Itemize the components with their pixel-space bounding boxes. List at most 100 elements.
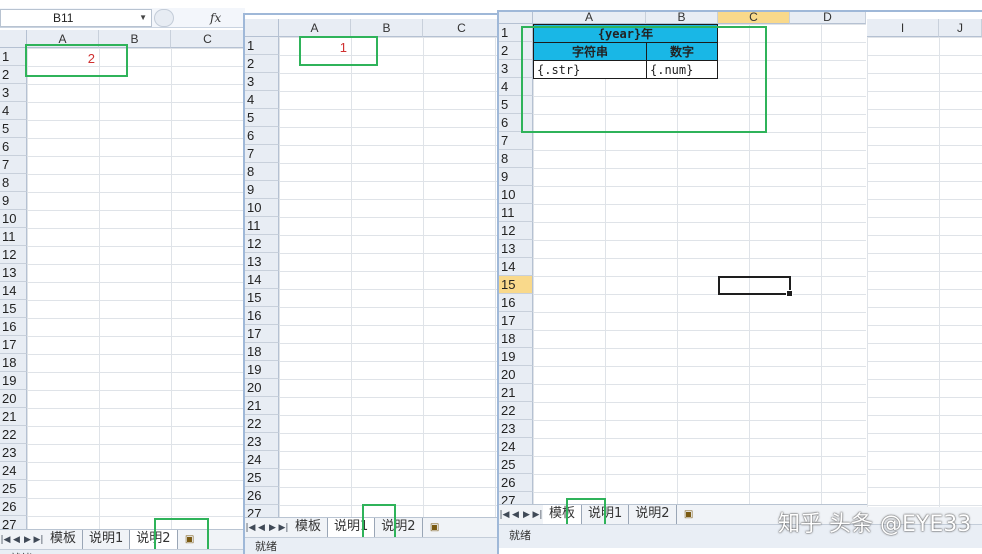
insert-sheet-icon[interactable]: ▣ bbox=[426, 521, 444, 535]
row-header-23[interactable]: 23 bbox=[0, 444, 27, 462]
row-header-16[interactable]: 16 bbox=[499, 294, 533, 312]
column-header-c[interactable]: C bbox=[171, 30, 245, 48]
row-header-13[interactable]: 13 bbox=[245, 253, 279, 271]
row-header-16[interactable]: 16 bbox=[245, 307, 279, 325]
fx-icon[interactable]: fx bbox=[210, 11, 221, 25]
row-header-11[interactable]: 11 bbox=[245, 217, 279, 235]
row-header-17[interactable]: 17 bbox=[499, 312, 533, 330]
last-icon[interactable]: ▶| bbox=[532, 510, 543, 520]
select-all-corner[interactable] bbox=[245, 19, 279, 37]
row-header-10[interactable]: 10 bbox=[245, 199, 279, 217]
row-header-3[interactable]: 3 bbox=[0, 84, 27, 102]
row-header-26[interactable]: 26 bbox=[245, 487, 279, 505]
row-header-26[interactable]: 26 bbox=[499, 474, 533, 492]
row-header-14[interactable]: 14 bbox=[499, 258, 533, 276]
row-header-22[interactable]: 22 bbox=[499, 402, 533, 420]
next-icon[interactable]: ▶ bbox=[267, 523, 278, 533]
row-header-7[interactable]: 7 bbox=[0, 156, 27, 174]
row-header-1[interactable]: 1 bbox=[245, 37, 279, 55]
row-header-9[interactable]: 9 bbox=[245, 181, 279, 199]
row-header-10[interactable]: 10 bbox=[0, 210, 27, 228]
row-header-8[interactable]: 8 bbox=[499, 150, 533, 168]
row-header-23[interactable]: 23 bbox=[245, 433, 279, 451]
row-header-15[interactable]: 15 bbox=[499, 276, 533, 294]
row-header-19[interactable]: 19 bbox=[499, 348, 533, 366]
row-header-1[interactable]: 1 bbox=[0, 48, 27, 66]
row-header-6[interactable]: 6 bbox=[0, 138, 27, 156]
row-header-19[interactable]: 19 bbox=[245, 361, 279, 379]
row-header-10[interactable]: 10 bbox=[499, 186, 533, 204]
column-header-a[interactable]: A bbox=[533, 12, 646, 24]
tab-shuoming2[interactable]: 说明2 bbox=[629, 505, 677, 524]
row-header-15[interactable]: 15 bbox=[0, 300, 27, 318]
row-header-8[interactable]: 8 bbox=[245, 163, 279, 181]
row-header-24[interactable]: 24 bbox=[499, 438, 533, 456]
column-header-j[interactable]: J bbox=[939, 19, 982, 37]
select-all-corner[interactable] bbox=[499, 12, 533, 24]
cell-area-right[interactable] bbox=[867, 37, 982, 507]
tab-muban[interactable]: 模板 bbox=[289, 518, 329, 537]
row-header-24[interactable]: 24 bbox=[0, 462, 27, 480]
prev-icon[interactable]: ◀ bbox=[11, 535, 22, 545]
row-header-6[interactable]: 6 bbox=[245, 127, 279, 145]
row-header-7[interactable]: 7 bbox=[499, 132, 533, 150]
row-header-25[interactable]: 25 bbox=[499, 456, 533, 474]
next-icon[interactable]: ▶ bbox=[22, 535, 33, 545]
row-header-17[interactable]: 17 bbox=[0, 336, 27, 354]
chevron-down-icon[interactable]: ▼ bbox=[139, 10, 147, 26]
next-icon[interactable]: ▶ bbox=[521, 510, 532, 520]
row-header-25[interactable]: 25 bbox=[0, 480, 27, 498]
row-header-23[interactable]: 23 bbox=[499, 420, 533, 438]
row-header-14[interactable]: 14 bbox=[245, 271, 279, 289]
row-header-25[interactable]: 25 bbox=[245, 469, 279, 487]
row-header-11[interactable]: 11 bbox=[0, 228, 27, 246]
row-header-20[interactable]: 20 bbox=[245, 379, 279, 397]
row-header-2[interactable]: 2 bbox=[0, 66, 27, 84]
name-box[interactable]: B11 ▼ bbox=[0, 8, 152, 27]
row-header-17[interactable]: 17 bbox=[245, 325, 279, 343]
column-header-i[interactable]: I bbox=[867, 19, 939, 37]
row-header-12[interactable]: 12 bbox=[499, 222, 533, 240]
cell-area[interactable] bbox=[279, 37, 499, 523]
row-header-14[interactable]: 14 bbox=[0, 282, 27, 300]
column-header-c[interactable]: C bbox=[423, 19, 499, 37]
tab-muban[interactable]: 模板 bbox=[44, 530, 84, 549]
row-header-12[interactable]: 12 bbox=[245, 235, 279, 253]
row-header-13[interactable]: 13 bbox=[499, 240, 533, 258]
insert-sheet-icon[interactable]: ▣ bbox=[680, 508, 698, 522]
row-header-9[interactable]: 9 bbox=[0, 192, 27, 210]
row-header-5[interactable]: 5 bbox=[0, 120, 27, 138]
column-header-b[interactable]: B bbox=[646, 12, 718, 24]
row-header-4[interactable]: 4 bbox=[245, 91, 279, 109]
last-icon[interactable]: ▶| bbox=[33, 535, 44, 545]
active-cell-c15[interactable] bbox=[718, 276, 793, 297]
row-header-12[interactable]: 12 bbox=[0, 246, 27, 264]
last-icon[interactable]: ▶| bbox=[278, 523, 289, 533]
column-header-a[interactable]: A bbox=[279, 19, 351, 37]
row-header-13[interactable]: 13 bbox=[0, 264, 27, 282]
first-icon[interactable]: |◀ bbox=[499, 510, 510, 520]
row-header-22[interactable]: 22 bbox=[0, 426, 27, 444]
column-header-b[interactable]: B bbox=[351, 19, 423, 37]
row-header-4[interactable]: 4 bbox=[0, 102, 27, 120]
row-header-15[interactable]: 15 bbox=[245, 289, 279, 307]
row-header-11[interactable]: 11 bbox=[499, 204, 533, 222]
row-header-5[interactable]: 5 bbox=[245, 109, 279, 127]
row-header-21[interactable]: 21 bbox=[245, 397, 279, 415]
prev-icon[interactable]: ◀ bbox=[256, 523, 267, 533]
first-icon[interactable]: |◀ bbox=[0, 535, 11, 545]
row-header-18[interactable]: 18 bbox=[0, 354, 27, 372]
prev-icon[interactable]: ◀ bbox=[510, 510, 521, 520]
tab-shuoming1[interactable]: 说明1 bbox=[83, 530, 131, 549]
row-header-8[interactable]: 8 bbox=[0, 174, 27, 192]
row-header-21[interactable]: 21 bbox=[499, 384, 533, 402]
row-header-16[interactable]: 16 bbox=[0, 318, 27, 336]
column-header-c[interactable]: C bbox=[718, 12, 790, 24]
row-header-20[interactable]: 20 bbox=[499, 366, 533, 384]
row-header-21[interactable]: 21 bbox=[0, 408, 27, 426]
row-header-18[interactable]: 18 bbox=[499, 330, 533, 348]
row-header-20[interactable]: 20 bbox=[0, 390, 27, 408]
column-header-d[interactable]: D bbox=[790, 12, 866, 24]
row-header-24[interactable]: 24 bbox=[245, 451, 279, 469]
cell-area[interactable] bbox=[27, 48, 245, 534]
